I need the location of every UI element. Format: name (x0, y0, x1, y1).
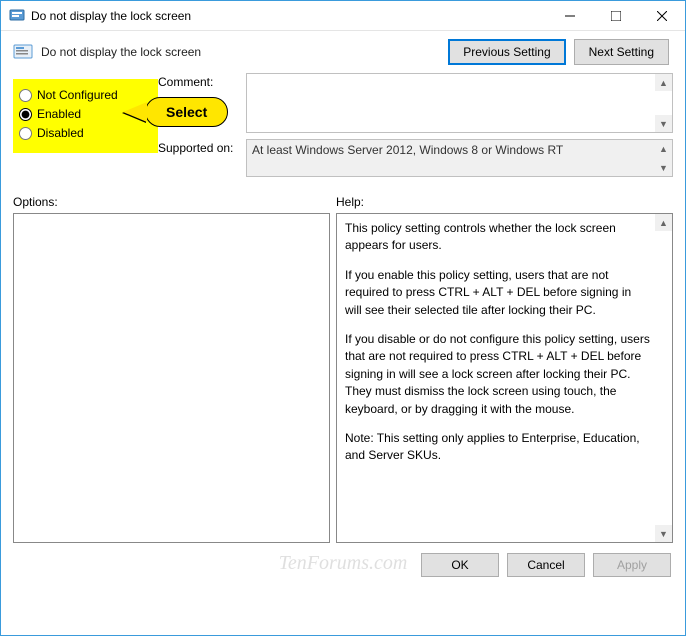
radio-disabled-input[interactable] (19, 127, 32, 140)
page-title: Do not display the lock screen (41, 45, 448, 59)
maximize-button[interactable] (593, 1, 639, 31)
radio-enabled-label: Enabled (37, 107, 81, 121)
callout-text: Select (145, 97, 228, 127)
radio-not-configured-input[interactable] (19, 89, 32, 102)
help-p4: Note: This setting only applies to Enter… (345, 430, 650, 465)
apply-button[interactable]: Apply (593, 553, 671, 577)
scroll-up-icon[interactable]: ▲ (655, 140, 672, 157)
policy-setting-icon (13, 42, 33, 62)
callout-select: Select (123, 97, 228, 127)
minimize-button[interactable] (547, 1, 593, 31)
titlebar: Do not display the lock screen (1, 1, 685, 31)
cancel-button[interactable]: Cancel (507, 553, 585, 577)
dialog-footer: OK Cancel Apply (1, 543, 685, 587)
scroll-up-icon[interactable]: ▲ (655, 74, 672, 91)
next-setting-button[interactable]: Next Setting (574, 39, 669, 65)
options-label: Options: (13, 195, 336, 209)
scroll-up-icon[interactable]: ▲ (655, 214, 672, 231)
help-p1: This policy setting controls whether the… (345, 220, 650, 255)
comment-textarea[interactable]: ▲ ▼ (246, 73, 673, 133)
radio-disabled[interactable]: Disabled (17, 126, 152, 140)
help-p3: If you disable or do not configure this … (345, 331, 650, 418)
supported-textarea: At least Windows Server 2012, Windows 8 … (246, 139, 673, 177)
radio-disabled-label: Disabled (37, 126, 84, 140)
scroll-down-icon[interactable]: ▼ (655, 525, 672, 542)
close-button[interactable] (639, 1, 685, 31)
comment-value (247, 74, 672, 80)
ok-button[interactable]: OK (421, 553, 499, 577)
policy-icon (9, 8, 25, 24)
radio-not-configured-label: Not Configured (37, 88, 118, 102)
supported-label: Supported on: (158, 139, 246, 155)
help-label: Help: (336, 195, 364, 209)
previous-setting-button[interactable]: Previous Setting (448, 39, 565, 65)
radio-enabled-input[interactable] (19, 108, 32, 121)
supported-value: At least Windows Server 2012, Windows 8 … (247, 140, 672, 160)
scroll-down-icon[interactable]: ▼ (655, 159, 672, 176)
scroll-down-icon[interactable]: ▼ (655, 115, 672, 132)
help-p2: If you enable this policy setting, users… (345, 267, 650, 319)
options-panel (13, 213, 330, 543)
subheader: Do not display the lock screen Previous … (1, 31, 685, 69)
comment-label: Comment: (158, 73, 246, 89)
window-title: Do not display the lock screen (31, 9, 547, 23)
help-panel: This policy setting controls whether the… (336, 213, 673, 543)
